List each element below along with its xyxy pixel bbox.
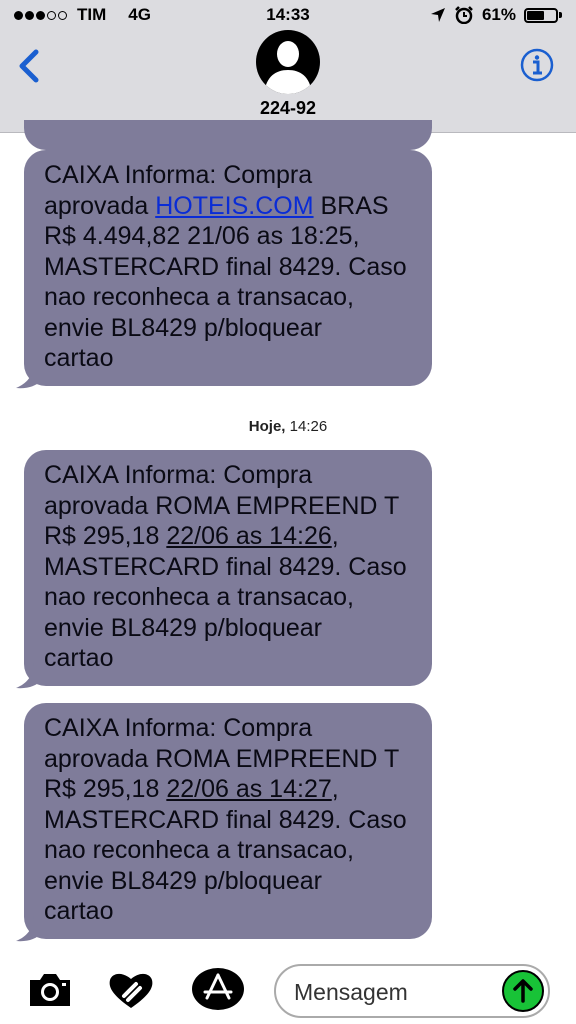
message-line: nao reconheca a transacao, [44,283,354,311]
message-line: nao reconheca a transacao, [44,836,354,864]
digital-touch-button[interactable] [106,970,156,1015]
compose-bar: Mensagem [0,950,576,1024]
status-bar: TIM 4G 14:33 61% [0,0,576,30]
message-line: envie BL8429 p/bloquear [44,313,323,342]
arrow-up-send-icon [513,979,533,1003]
location-arrow-icon [430,8,445,22]
info-circle-icon [520,48,554,82]
contact-name[interactable]: 224-92 [0,98,576,119]
message-line: CAIXA Informa: Compra [44,714,313,742]
message-line: envie BL8429 p/bloquear [44,613,323,642]
hoteis-link[interactable]: HOTEIS.COM [155,192,313,220]
message-line: nao reconheca a transacao, [44,583,354,611]
message-line: R$ 4.494,82 21/06 as 18:25, [44,222,360,250]
alarm-clock-icon [455,6,473,24]
app-store-button[interactable] [192,966,244,1017]
person-silhouette-icon [264,41,312,94]
message-bubble[interactable]: CAIXA Informa: Compra aprovada ROMA EMPR… [24,450,432,686]
camera-icon [30,974,70,1006]
message-line: MASTERCARD final 8429. Caso [44,552,407,581]
chevron-left-icon [19,49,39,83]
info-button[interactable] [520,48,554,82]
message-line: cartao [44,644,114,672]
message-line: CAIXA Informa: Compra [44,461,313,489]
battery-percent: 61% [481,5,516,24]
message-line: envie BL8429 p/bloquear [44,866,323,895]
message-input-placeholder: Mensagem [294,979,408,1005]
message-line: aprovada ROMA EMPREEND T [44,744,400,773]
battery-icon [524,7,562,23]
message-input[interactable]: Mensagem [274,964,550,1018]
bubble-tail [16,362,42,389]
message-line: MASTERCARD final 8429. Caso [44,805,407,834]
heart-digital-touch-icon [109,973,153,1008]
message-line: cartao [44,897,114,925]
date-link[interactable]: 22/06 as 14:26 [166,522,331,550]
message-line: cartao [44,344,114,372]
back-button[interactable] [14,46,46,86]
date-link[interactable]: 22/06 as 14:27 [166,775,331,803]
message-line: aprovada HOTEIS.COM BRAS [44,191,389,220]
message-timestamp: Hoje, 14:26 [248,418,328,435]
camera-button[interactable] [26,970,74,1015]
app-store-icon [192,968,244,1010]
message-bubble[interactable]: CAIXA Informa: Compra aprovada ROMA EMPR… [24,703,432,939]
previous-message-bubble [24,120,432,150]
conversation-header: TIM 4G 14:33 61% 224-92 [0,0,576,133]
message-line: R$ 295,18 22/06 as 14:27, [44,775,339,803]
message-bubble[interactable]: CAIXA Informa: Compra aprovada HOTEIS.CO… [24,150,432,386]
message-line: R$ 295,18 22/06 as 14:26, [44,522,339,550]
bubble-tail [16,662,42,689]
send-button[interactable] [502,970,544,1012]
message-line: aprovada ROMA EMPREEND T [44,491,400,520]
bubble-tail [16,915,42,942]
contact-avatar[interactable] [256,30,320,94]
message-line: CAIXA Informa: Compra [44,161,313,189]
message-line: MASTERCARD final 8429. Caso [44,252,407,281]
